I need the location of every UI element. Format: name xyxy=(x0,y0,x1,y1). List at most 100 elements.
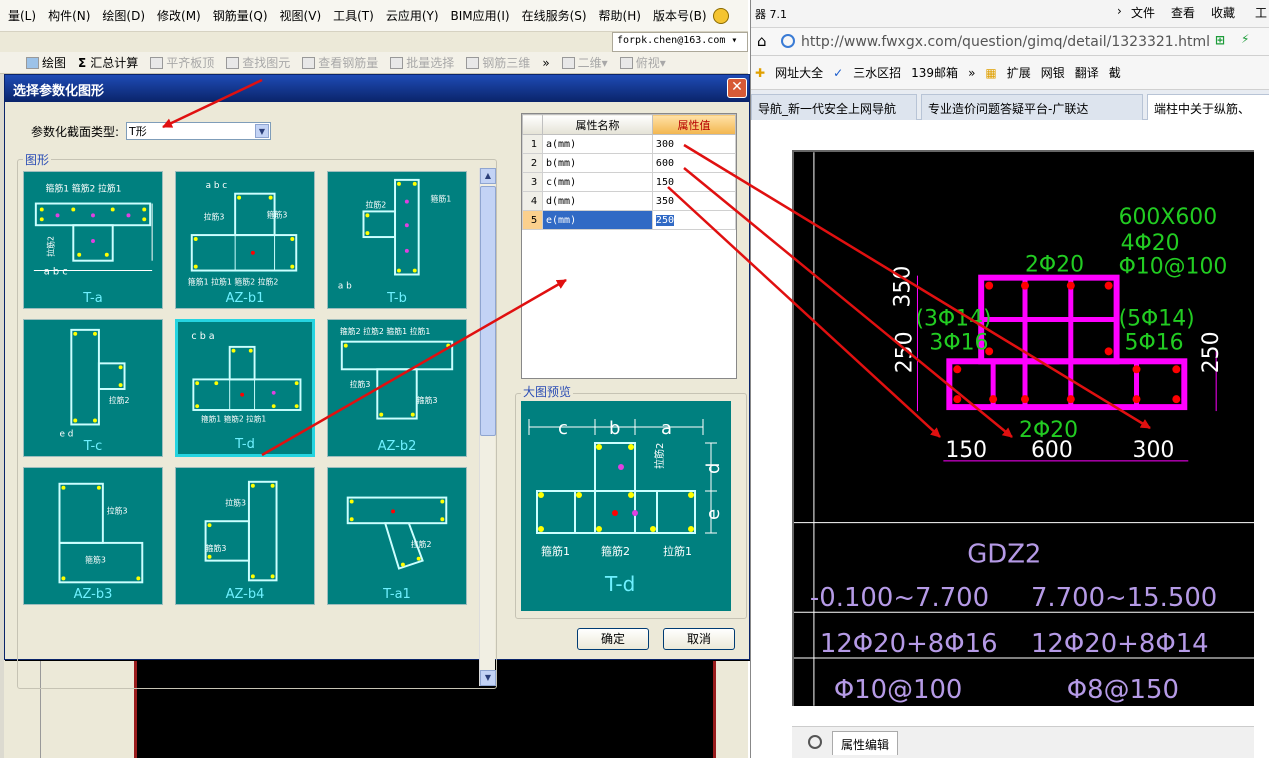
svg-text:箍筋1 拉筋1 箍筋2 拉筋2: 箍筋1 拉筋1 箍筋2 拉筋2 xyxy=(188,276,279,286)
tab-nav[interactable]: 导航_新一代安全上网导航 xyxy=(751,94,917,120)
menu-item-tools[interactable]: 工具(T) xyxy=(327,7,380,24)
scroll-thumb[interactable] xyxy=(480,186,496,436)
menu-item-component[interactable]: 构件(N) xyxy=(42,7,96,24)
cad-drawing: 600X600 4Φ20 Φ10@100 2Φ20 (3Φ14) 3Φ16 (5… xyxy=(792,150,1254,706)
shape-thumb-az-b3[interactable]: 拉筋3 箍筋3 AZ-b3 xyxy=(23,467,163,605)
sum-calc-button[interactable]: Σ 汇总计算 xyxy=(72,54,144,71)
tab-property-edit[interactable]: 属性编辑 xyxy=(832,731,899,755)
view-top-dropdown[interactable]: 俯视 ▾ xyxy=(614,54,672,71)
favorite-star-icon: ✚ xyxy=(755,65,766,80)
browser-menu-view[interactable]: 查看 xyxy=(1171,4,1195,21)
find-element-button[interactable]: 查找图元 xyxy=(220,54,296,71)
column-header-name: 属性名称 xyxy=(542,114,653,135)
menu-item-rebar[interactable]: 钢筋量(Q) xyxy=(207,7,274,24)
table-row-selected[interactable]: 5 e(mm) 250 xyxy=(522,210,737,230)
batch-select-button[interactable]: 批量选择 xyxy=(384,54,460,71)
browser-title: 器 7.1 xyxy=(755,8,787,21)
menu-item-quantity[interactable]: 量(L) xyxy=(2,7,42,24)
screenshot-button[interactable]: 截 xyxy=(1109,64,1121,81)
account-dropdown[interactable]: forpk.chen@163.com ▾ xyxy=(612,32,748,52)
preview-drawing: c b a d e 拉筋2 箍筋1 箍筋2 拉筋1 T-d xyxy=(528,418,724,596)
favorite-link[interactable]: 139邮箱 xyxy=(911,64,958,81)
menu-item-view[interactable]: 视图(V) xyxy=(274,7,328,24)
row-index: 1 xyxy=(522,134,543,154)
address-bar[interactable]: ⌂ http://www.fwxgx.com/question/gimq/det… xyxy=(751,28,1269,56)
browser-menu-tools[interactable]: 工 xyxy=(1255,4,1267,21)
row-name: d(mm) xyxy=(542,191,653,211)
rebar-3d-label: 钢筋三维 xyxy=(482,56,531,70)
view-rebar-button[interactable]: 查看钢筋量 xyxy=(296,54,384,71)
favorites-bar: ✚ 网址大全 ✓ 三水区招 139邮箱 » ▦ 扩展 网银 翻译 截 xyxy=(751,56,1269,90)
shape-thumb-t-d[interactable]: c b a 箍筋1 箍筋2 拉筋1 T-d xyxy=(175,319,315,457)
shape-list-scrollbar[interactable]: ▲ ▼ xyxy=(479,168,496,686)
row-value-input[interactable]: 250 xyxy=(651,210,737,230)
chevron-right-icon[interactable]: » xyxy=(536,56,555,70)
scroll-down-icon[interactable]: ▼ xyxy=(480,670,496,686)
dialog-title: 选择参数化图形 xyxy=(5,75,749,102)
row-value-text: 250 xyxy=(655,214,674,226)
shape-thumb-t-b[interactable]: 拉筋2 箍筋1 a b T-b xyxy=(327,171,467,309)
home-icon[interactable]: ⌂ xyxy=(757,32,767,50)
preview-e: e xyxy=(703,509,724,520)
browser-menu-favorites[interactable]: 收藏 xyxy=(1211,4,1235,21)
flat-top-button[interactable]: 平齐板顶 xyxy=(144,54,220,71)
shape-thumb-az-b4[interactable]: 拉筋3 箍筋3 AZ-b4 xyxy=(175,467,315,605)
puzzle-icon: ▦ xyxy=(985,65,997,80)
row-value-input[interactable]: 300 xyxy=(651,134,737,154)
url-text[interactable]: http://www.fwxgx.com/question/gimq/detai… xyxy=(801,34,1210,50)
cancel-button[interactable]: 取消 xyxy=(663,628,735,650)
menu-item-modify[interactable]: 修改(M) xyxy=(151,7,207,24)
rebar-3d-button[interactable]: 钢筋三维 xyxy=(460,54,536,71)
tab-glodon[interactable]: 专业造价问题答疑平台-广联达 xyxy=(921,94,1143,120)
favorite-link[interactable]: 网址大全 xyxy=(775,64,823,81)
shape-thumb-az-b2[interactable]: 箍筋2 拉筋2 箍筋1 拉筋1 拉筋3 箍筋3 AZ-b2 xyxy=(327,319,467,457)
row-index: 5 xyxy=(522,210,543,230)
table-row[interactable]: 4 d(mm) 350 xyxy=(522,191,737,211)
svg-text:e d: e d xyxy=(59,429,73,439)
section-type-select[interactable]: T形 ▼ xyxy=(126,122,271,140)
chevron-down-icon[interactable]: ▼ xyxy=(255,124,269,138)
shape-t-a-drawing: 箍筋1 箍筋2 拉筋1 拉筋2 a b c xyxy=(33,183,153,277)
menu-item-bim[interactable]: BIM应用(I) xyxy=(445,7,516,24)
favorite-link[interactable]: 三水区招 xyxy=(853,64,901,81)
security-icon[interactable]: ⊞ xyxy=(1215,33,1225,47)
cad-left-a: (3Φ14) xyxy=(915,306,991,331)
rebar-icon xyxy=(302,56,316,69)
tab-active[interactable]: 端柱中关于纵筋、 xyxy=(1147,94,1269,120)
svg-text:箍筋1 箍筋2 拉筋1: 箍筋1 箍筋2 拉筋1 xyxy=(46,183,122,195)
view-2d-dropdown[interactable]: 二维 ▾ xyxy=(556,54,614,71)
search-icon[interactable] xyxy=(808,735,822,749)
shape-thumb-az-b1[interactable]: 拉筋3 箍筋3 箍筋1 拉筋1 箍筋2 拉筋2 a b c AZ-b1 xyxy=(175,171,315,309)
extension-button[interactable]: 扩展 xyxy=(1007,64,1031,81)
menu-item-cloud[interactable]: 云应用(Y) xyxy=(380,7,445,24)
draw-icon xyxy=(26,56,39,69)
ok-button[interactable]: 确定 xyxy=(577,628,649,650)
menu-item-draw[interactable]: 绘图(D) xyxy=(96,7,151,24)
bank-button[interactable]: 网银 xyxy=(1041,64,1065,81)
chevron-right-icon[interactable]: › xyxy=(1117,4,1122,18)
lightning-icon[interactable]: ⚡ xyxy=(1241,32,1249,46)
cad-dim-250-left: 250 xyxy=(892,331,917,373)
draw-button[interactable]: 绘图 xyxy=(0,54,72,71)
shape-thumb-t-a1[interactable]: 拉筋2 T-a1 xyxy=(327,467,467,605)
chevron-right-icon[interactable]: » xyxy=(968,66,975,80)
menu-item-online[interactable]: 在线服务(S) xyxy=(516,7,593,24)
table-row[interactable]: 3 c(mm) 150 xyxy=(522,172,737,192)
table-row[interactable]: 1 a(mm) 300 xyxy=(522,134,737,154)
user-face-icon[interactable] xyxy=(712,7,729,24)
translate-button[interactable]: 翻译 xyxy=(1075,64,1099,81)
row-value-input[interactable]: 600 xyxy=(651,153,737,173)
shape-thumb-t-c[interactable]: e d 拉筋2 T-c xyxy=(23,319,163,457)
browser-menu-file[interactable]: 文件 xyxy=(1131,4,1155,21)
shape-thumb-t-a[interactable]: 箍筋1 箍筋2 拉筋1 拉筋2 a b c T-a xyxy=(23,171,163,309)
cad-size: 600X600 xyxy=(1119,205,1218,230)
table-row[interactable]: 2 b(mm) 600 xyxy=(522,153,737,173)
svg-text:拉筋3: 拉筋3 xyxy=(225,497,246,507)
menu-item-version[interactable]: 版本号(B) xyxy=(647,7,713,24)
row-value-input[interactable]: 350 xyxy=(651,191,737,211)
menu-item-help[interactable]: 帮助(H) xyxy=(593,7,647,24)
close-icon[interactable]: ✕ xyxy=(727,78,747,98)
property-table: 属性名称 属性值 1 a(mm) 300 2 b(mm) 600 3 c(mm) xyxy=(521,113,737,379)
row-value-input[interactable]: 150 xyxy=(651,172,737,192)
scroll-up-icon[interactable]: ▲ xyxy=(480,168,496,184)
